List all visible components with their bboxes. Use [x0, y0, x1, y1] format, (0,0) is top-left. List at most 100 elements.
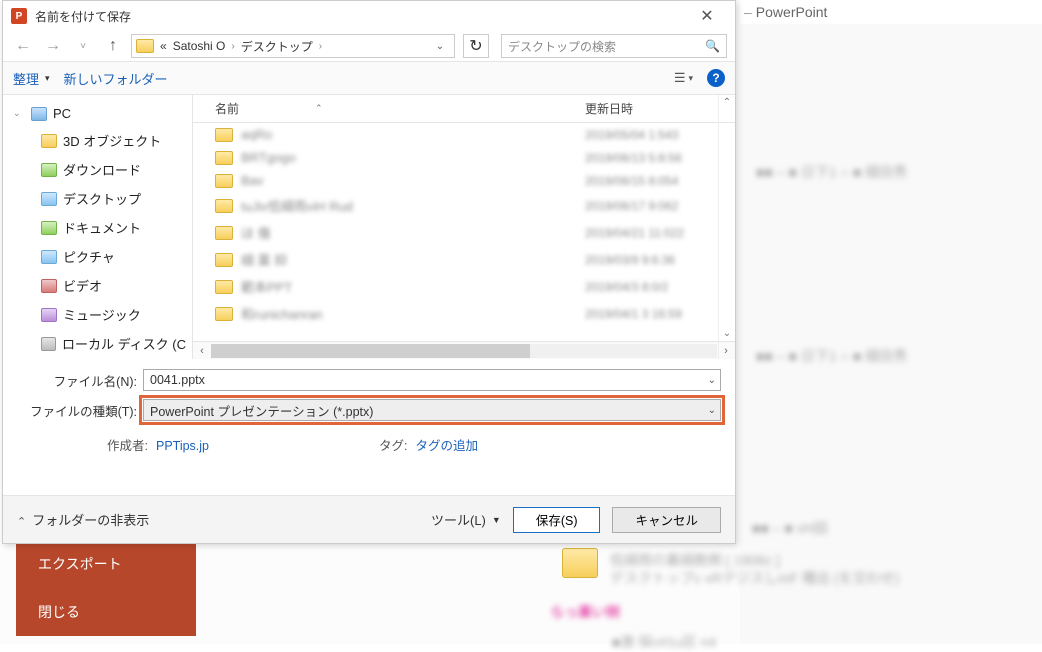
- bg-sidebar: エクスポート 閉じる: [16, 540, 196, 636]
- file-date: 2019/04/21 11:022: [585, 226, 735, 240]
- forward-button[interactable]: →: [41, 34, 65, 58]
- file-date: 2019/06/13 5:8:56: [585, 151, 735, 165]
- file-date: 2019/06/15 8:054: [585, 174, 735, 188]
- titlebar: P 名前を付けて保存 ✕: [3, 1, 735, 31]
- file-name: 範本PPT: [241, 277, 585, 296]
- file-row[interactable]: BRTgogo2019/06/13 5:8:56: [193, 146, 735, 169]
- folder-icon: [215, 280, 233, 294]
- tree-pc[interactable]: ⌄PC: [3, 101, 192, 126]
- dash-icon: –: [744, 4, 752, 20]
- file-date: 2019/04/1 3 16:59: [585, 307, 735, 321]
- folder-icon: [41, 134, 57, 148]
- back-button[interactable]: ←: [11, 34, 35, 58]
- path-seg[interactable]: デスクトップ: [241, 38, 313, 55]
- path-dropdown[interactable]: ⌄: [430, 41, 450, 52]
- folder-icon: [41, 308, 57, 322]
- chevron-down-icon[interactable]: ⌄: [708, 405, 716, 416]
- path-seg[interactable]: Satoshi O: [173, 39, 226, 53]
- file-row[interactable]: 範本PPT2019/04/3 8:0/2: [193, 273, 735, 300]
- scroll-left-icon[interactable]: ‹: [193, 345, 211, 357]
- folder-icon: [41, 192, 57, 206]
- save-as-dialog: P 名前を付けて保存 ✕ ← → ˅ ↑ « Satoshi O › デスクトッ…: [2, 0, 736, 544]
- bg-blur-text: 低細雨の裏細胞側 [ 1906c ]: [610, 550, 780, 570]
- folder-icon: [41, 250, 57, 264]
- folder-icon: [215, 174, 233, 188]
- filename-label: ファイル名(N):: [17, 371, 143, 390]
- file-name: ほ 傷: [241, 223, 585, 242]
- dialog-title: 名前を付けて保存: [35, 8, 131, 25]
- file-name: tuJiv低細雨viH Rud: [241, 196, 585, 215]
- folder-icon: [215, 199, 233, 213]
- file-row[interactable]: ほ 傷2019/04/21 11:022: [193, 219, 735, 246]
- refresh-button[interactable]: ↻: [463, 34, 489, 58]
- disk-icon: [41, 337, 56, 351]
- nav-tree: ⌄PC 3D オブジェクト ダウンロード デスクトップ ドキュメント ピクチャ …: [3, 95, 193, 359]
- hide-folders-toggle[interactable]: フォルダーの非表示: [17, 510, 149, 529]
- export-menu-item[interactable]: エクスポート: [16, 540, 196, 588]
- filename-input[interactable]: 0041.pptx ⌄: [143, 369, 721, 391]
- close-button[interactable]: ✕: [687, 2, 727, 30]
- bg-blur-text: ■激 探c#1u区 n4: [612, 632, 716, 652]
- tree-downloads[interactable]: ダウンロード: [3, 155, 192, 184]
- horizontal-scrollbar[interactable]: ‹ ›: [193, 341, 735, 359]
- search-input[interactable]: デスクトップの検索 🔍: [501, 34, 727, 58]
- help-button[interactable]: ?: [707, 69, 725, 87]
- file-row[interactable]: 和runichanran2019/04/1 3 16:59: [193, 300, 735, 327]
- recent-dropdown[interactable]: ˅: [71, 34, 95, 58]
- view-icon: ☰: [674, 70, 686, 86]
- file-name: BRTgogo: [241, 150, 585, 165]
- dialog-footer: フォルダーの非表示 ツール(L)▼ 保存(S) キャンセル: [3, 495, 735, 543]
- bg-blur-text: ■■ – ■ 日下1 ○ ■ 細目秀: [756, 162, 907, 182]
- filetype-select[interactable]: PowerPoint プレゼンテーション (*.pptx) ⌄: [143, 399, 721, 421]
- column-headers: 名前⌃ 更新日時: [193, 95, 735, 123]
- address-bar[interactable]: « Satoshi O › デスクトップ › ⌄: [131, 34, 455, 58]
- author-value[interactable]: PPTips.jp: [156, 439, 209, 453]
- bg-blur-text: ■■ – ■ vH田: [752, 518, 828, 538]
- up-button[interactable]: ↑: [101, 34, 125, 58]
- folder-icon: [562, 548, 598, 578]
- column-name[interactable]: 名前⌃: [215, 100, 585, 117]
- tree-videos[interactable]: ビデオ: [3, 271, 192, 300]
- file-date: 2019/06/17 9:062: [585, 199, 735, 213]
- folder-icon: [41, 163, 57, 177]
- file-row[interactable]: tuJiv低細雨viH Rud2019/06/17 9:062: [193, 192, 735, 219]
- form-area: ファイル名(N): 0041.pptx ⌄ ファイルの種類(T): PowerP…: [3, 359, 735, 454]
- file-name: 和runichanran: [241, 304, 585, 323]
- tag-add[interactable]: タグの追加: [416, 439, 479, 453]
- tree-pictures[interactable]: ピクチャ: [3, 242, 192, 271]
- path-seg: «: [160, 39, 167, 53]
- view-options-button[interactable]: ☰ ▾: [674, 70, 693, 86]
- bg-app-name: PowerPoint: [756, 4, 828, 20]
- search-placeholder: デスクトップの検索: [508, 38, 616, 55]
- chevron-down-icon[interactable]: ⌄: [708, 375, 716, 386]
- chevron-down-icon: ▾: [45, 73, 50, 84]
- toolbar: 整理 ▾ 新しいフォルダー ☰ ▾ ?: [3, 61, 735, 95]
- powerpoint-icon: P: [11, 8, 27, 24]
- file-row[interactable]: aqRo2019/05/04 1:543: [193, 123, 735, 146]
- new-folder-button[interactable]: 新しいフォルダー: [64, 69, 168, 88]
- tree-localdisk[interactable]: ローカル ディスク (C: [3, 329, 192, 358]
- file-row[interactable]: Bav2019/06/15 8:054: [193, 169, 735, 192]
- tree-3d-objects[interactable]: 3D オブジェクト: [3, 126, 192, 155]
- tree-documents[interactable]: ドキュメント: [3, 213, 192, 242]
- tree-desktop[interactable]: デスクトップ: [3, 184, 192, 213]
- chevron-down-icon: ▼: [492, 515, 501, 525]
- file-row[interactable]: 細 薬 抑2019/03/9 9:6:36: [193, 246, 735, 273]
- file-date: 2019/04/3 8:0/2: [585, 280, 735, 294]
- cancel-button[interactable]: キャンセル: [612, 507, 721, 533]
- folder-icon: [215, 307, 233, 321]
- sort-indicator-icon: ⌃: [315, 103, 323, 114]
- chevron-right-icon: ›: [319, 41, 322, 52]
- tree-music[interactable]: ミュージック: [3, 300, 192, 329]
- folder-icon: [215, 253, 233, 267]
- file-list: ⌃⌄ 名前⌃ 更新日時 aqRo2019/05/04 1:543BRTgogo2…: [193, 95, 735, 359]
- organize-button[interactable]: 整理 ▾: [13, 69, 50, 88]
- tools-menu[interactable]: ツール(L)▼: [431, 510, 501, 529]
- save-button[interactable]: 保存(S): [513, 507, 601, 533]
- column-date[interactable]: 更新日時: [585, 100, 735, 117]
- file-date: 2019/05/04 1:543: [585, 128, 735, 142]
- bg-blur-text: ■■ – ■ 日下1 ○ ■ 細目秀: [756, 346, 907, 366]
- file-name: Bav: [241, 173, 585, 188]
- close-menu-item[interactable]: 閉じる: [16, 588, 196, 636]
- chevron-right-icon: ›: [231, 41, 234, 52]
